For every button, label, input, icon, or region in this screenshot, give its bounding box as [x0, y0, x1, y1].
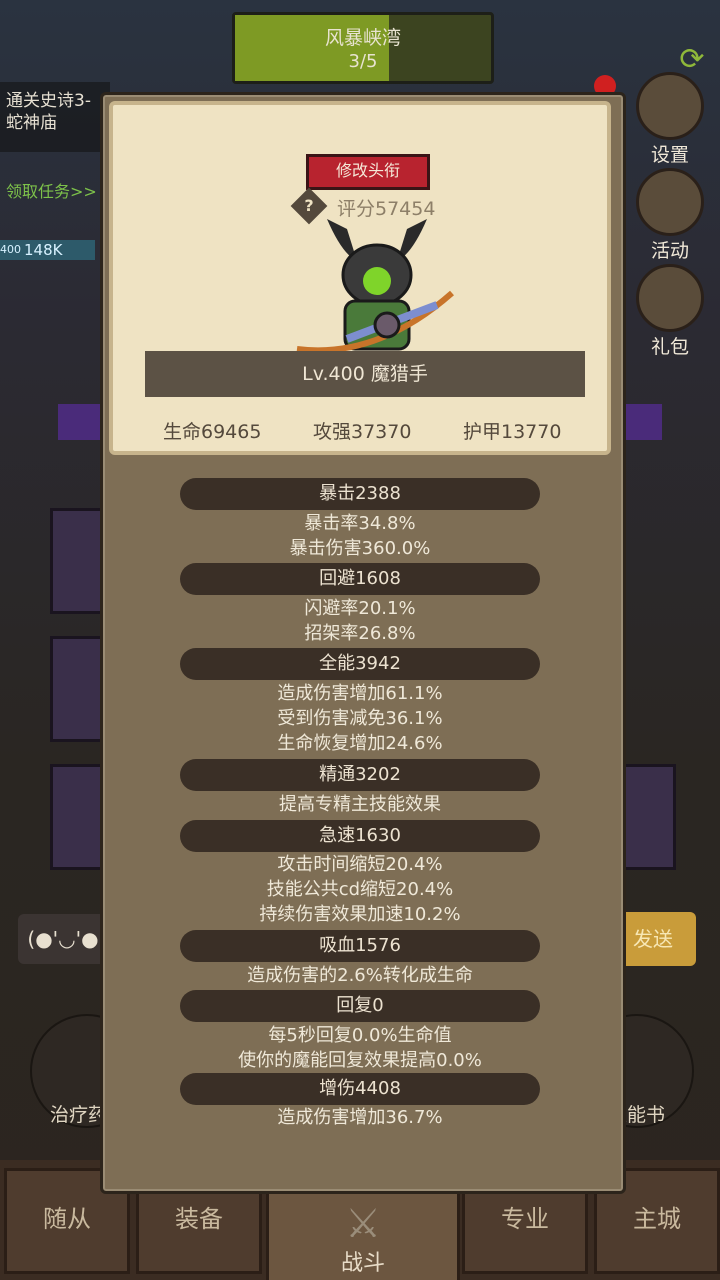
attack-stat: 攻强37370	[313, 421, 412, 443]
zone-title: 风暴峡湾	[324, 27, 401, 49]
stat-detail: 暴击伤害360.0%	[289, 538, 431, 559]
zone-progress-bar[interactable]: 风暴峡湾 3/5 ⟳	[232, 12, 705, 84]
crossed-swords-icon: ⚔	[345, 1201, 381, 1247]
level-class-bar: Lv.400 魔猎手	[145, 351, 585, 397]
stat-detail: 闪避率20.1%	[304, 598, 416, 619]
settings-label: 设置	[650, 144, 689, 166]
stat-detail: 造成伤害增加61.1%	[277, 683, 443, 704]
stat-detail: 暴击率34.8%	[304, 513, 416, 534]
gift-icon	[636, 264, 704, 332]
armor-stat: 护甲13770	[463, 421, 562, 443]
settings-button[interactable]: 设置	[628, 72, 712, 166]
stat-detail: 招架率26.8%	[304, 623, 416, 644]
gear-icon	[636, 72, 704, 140]
life-stat: 生命69465	[163, 421, 262, 443]
chat-emote[interactable]: (●'◡'●	[18, 914, 108, 964]
quest-tracker[interactable]: 通关史诗3- 蛇神庙	[0, 82, 110, 152]
quest-line-1: 通关史诗3-	[6, 91, 91, 111]
nav-battle-label: 战斗	[340, 1251, 385, 1276]
zone-progress-text: 3/5	[348, 51, 378, 72]
stat-detail: 使你的魔能回复效果提高0.0%	[238, 1050, 482, 1071]
hp-bar: 400 148K	[0, 240, 95, 260]
hp-value: 148K	[24, 241, 63, 259]
stat-detail: 持续伤害效果加速10.2%	[259, 904, 461, 925]
stat-detail: 造成伤害增加36.7%	[277, 1107, 443, 1128]
stat-detail: 生命恢复增加24.6%	[277, 733, 443, 754]
heal-potion-label: 治疗药	[50, 1104, 108, 1126]
stat-header: 吸血1576	[180, 930, 540, 962]
stat-header: 精通3202	[180, 759, 540, 791]
stat-detail: 受到伤害减免36.1%	[277, 708, 443, 729]
stat-header: 全能3942	[180, 648, 540, 680]
events-label: 活动	[650, 240, 689, 262]
stat-detail: 技能公共cd缩短20.4%	[266, 879, 454, 900]
stat-header: 急速1630	[180, 820, 540, 852]
gift-pack-label: 礼包	[650, 336, 689, 358]
stat-header: 回复0	[180, 990, 540, 1022]
events-button[interactable]: 活动	[628, 168, 712, 262]
character-card: 修改头衔 ? 评分57454 Lv.400 魔猎手 生命69465 攻强3737…	[109, 101, 611, 455]
stat-detail: 造成伤害的2.6%转化成生命	[247, 965, 473, 986]
claim-quest-link[interactable]: 领取任务>>	[6, 178, 97, 202]
stat-detail: 提高专精主技能效果	[279, 794, 441, 815]
scroll-icon	[636, 168, 704, 236]
stat-header: 暴击2388	[180, 478, 540, 510]
stat-detail: 每5秒回复0.0%生命值	[268, 1025, 452, 1046]
hero-avatar	[296, 219, 454, 354]
hp-small-text: 400	[0, 243, 21, 256]
rename-title-button[interactable]: 修改头衔	[306, 154, 430, 190]
stat-header: 增伤4408	[180, 1073, 540, 1105]
stat-detail: 攻击时间缩短20.4%	[277, 854, 443, 875]
purple-bar-left	[58, 404, 102, 440]
quest-line-2: 蛇神庙	[6, 113, 57, 133]
gift-pack-button[interactable]: 礼包	[628, 264, 712, 358]
stat-header: 回避1608	[180, 563, 540, 595]
